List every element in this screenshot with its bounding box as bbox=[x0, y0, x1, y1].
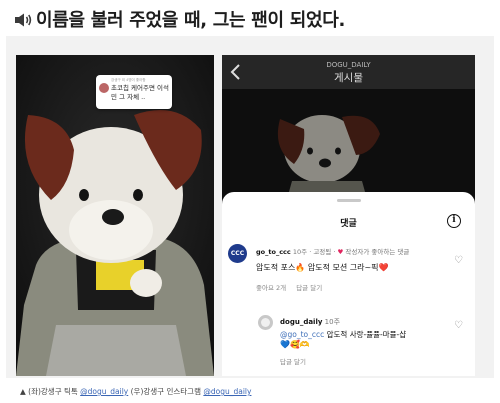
caption-middle: (우)강생구 인스타그램 bbox=[128, 387, 204, 396]
speaker-icon bbox=[15, 13, 32, 27]
reply-time: 10주 bbox=[324, 318, 341, 326]
tiktok-image: 강생구 외 4명이 좋아함 초코칩 케어주면 이석민 그 자체 .. bbox=[16, 55, 214, 376]
instagram-screenshot: DOGU_DAILY 게시물 댓글 i CCC go_to_ccc 10주 · … bbox=[222, 55, 475, 376]
instagram-link[interactable]: @dogu_daily bbox=[203, 387, 251, 396]
post-video[interactable] bbox=[222, 89, 475, 199]
comment-actions: 좋아요 2개 답글 달기 bbox=[256, 282, 330, 292]
headline-text: 이름을 불러 주었을 때, 그는 팬이 되었다. bbox=[36, 10, 346, 31]
tooltip-meta: 강생구 외 4명이 좋아함 bbox=[111, 78, 146, 82]
heart-icon: ♥ bbox=[337, 248, 344, 256]
avatar[interactable]: CCC bbox=[228, 244, 247, 263]
reply-button[interactable]: 답글 달기 bbox=[296, 284, 322, 292]
avatar bbox=[99, 83, 109, 93]
caption-prefix: ▲ (좌)강생구 틱톡 bbox=[20, 387, 81, 396]
reply-item: dogu_daily 10주 @go_to_ccc 압도적 사랑-퓰퓰-마퓰-샵… bbox=[222, 315, 475, 376]
comment-time: 10주 bbox=[292, 248, 308, 256]
comment-text: 압도적 포스🔥 압도적 모션 그라~픽❤️ bbox=[256, 263, 389, 272]
heart-outline-icon[interactable]: ♡ bbox=[454, 321, 463, 331]
reply-emojis: 💙🥰🫶 bbox=[280, 340, 310, 349]
reply-username[interactable]: dogu_daily bbox=[280, 318, 322, 326]
author-liked-label: 작성자가 좋아하는 댓글 bbox=[345, 248, 410, 256]
tiktok-link[interactable]: @dogu_daily bbox=[80, 387, 128, 396]
reply-text-body: 압도적 사랑-퓰퓰-마퓰-샵 bbox=[324, 330, 407, 339]
post-username: DOGU_DAILY bbox=[326, 61, 371, 69]
avatar[interactable] bbox=[258, 315, 273, 330]
drag-handle[interactable] bbox=[337, 199, 361, 202]
mascot-video-frame bbox=[222, 89, 475, 199]
pinned-label: · 고정됨 · bbox=[309, 248, 336, 256]
comments-sheet: 댓글 i CCC go_to_ccc 10주 · 고정됨 · ♥ 작성자가 좋아… bbox=[222, 192, 475, 376]
tooltip-text: 초코칩 케어주면 이석민 그 자체 .. bbox=[111, 84, 169, 101]
post-title: 게시물 bbox=[334, 72, 363, 84]
comment-username[interactable]: go_to_ccc bbox=[256, 248, 291, 256]
mention-link[interactable]: @go_to_ccc bbox=[280, 330, 324, 339]
comment-meta: go_to_ccc 10주 · 고정됨 · ♥ 작성자가 좋아하는 댓글 bbox=[256, 246, 409, 256]
reply-text: @go_to_ccc 압도적 사랑-퓰퓰-마퓰-샵 bbox=[280, 329, 406, 340]
likes-count[interactable]: 좋아요 2개 bbox=[256, 284, 286, 292]
comment-tooltip: 강생구 외 4명이 좋아함 초코칩 케어주면 이석민 그 자체 .. bbox=[96, 75, 172, 109]
info-icon[interactable]: i bbox=[447, 214, 461, 228]
comment-item: CCC go_to_ccc 10주 · 고정됨 · ♥ 작성자가 좋아하는 댓글… bbox=[222, 242, 475, 312]
headline: 이름을 불러 주었을 때, 그는 팬이 되었다. bbox=[14, 6, 494, 32]
comments-title: 댓글 bbox=[340, 219, 357, 229]
instagram-header: DOGU_DAILY 게시물 bbox=[222, 55, 475, 89]
heart-outline-icon[interactable]: ♡ bbox=[454, 256, 463, 266]
reply-meta: dogu_daily 10주 bbox=[280, 317, 340, 327]
image-caption: ▲ (좌)강생구 틱톡 @dogu_daily (우)강생구 인스타그램 @do… bbox=[20, 386, 251, 397]
reply-button[interactable]: 답글 달기 bbox=[280, 356, 306, 366]
